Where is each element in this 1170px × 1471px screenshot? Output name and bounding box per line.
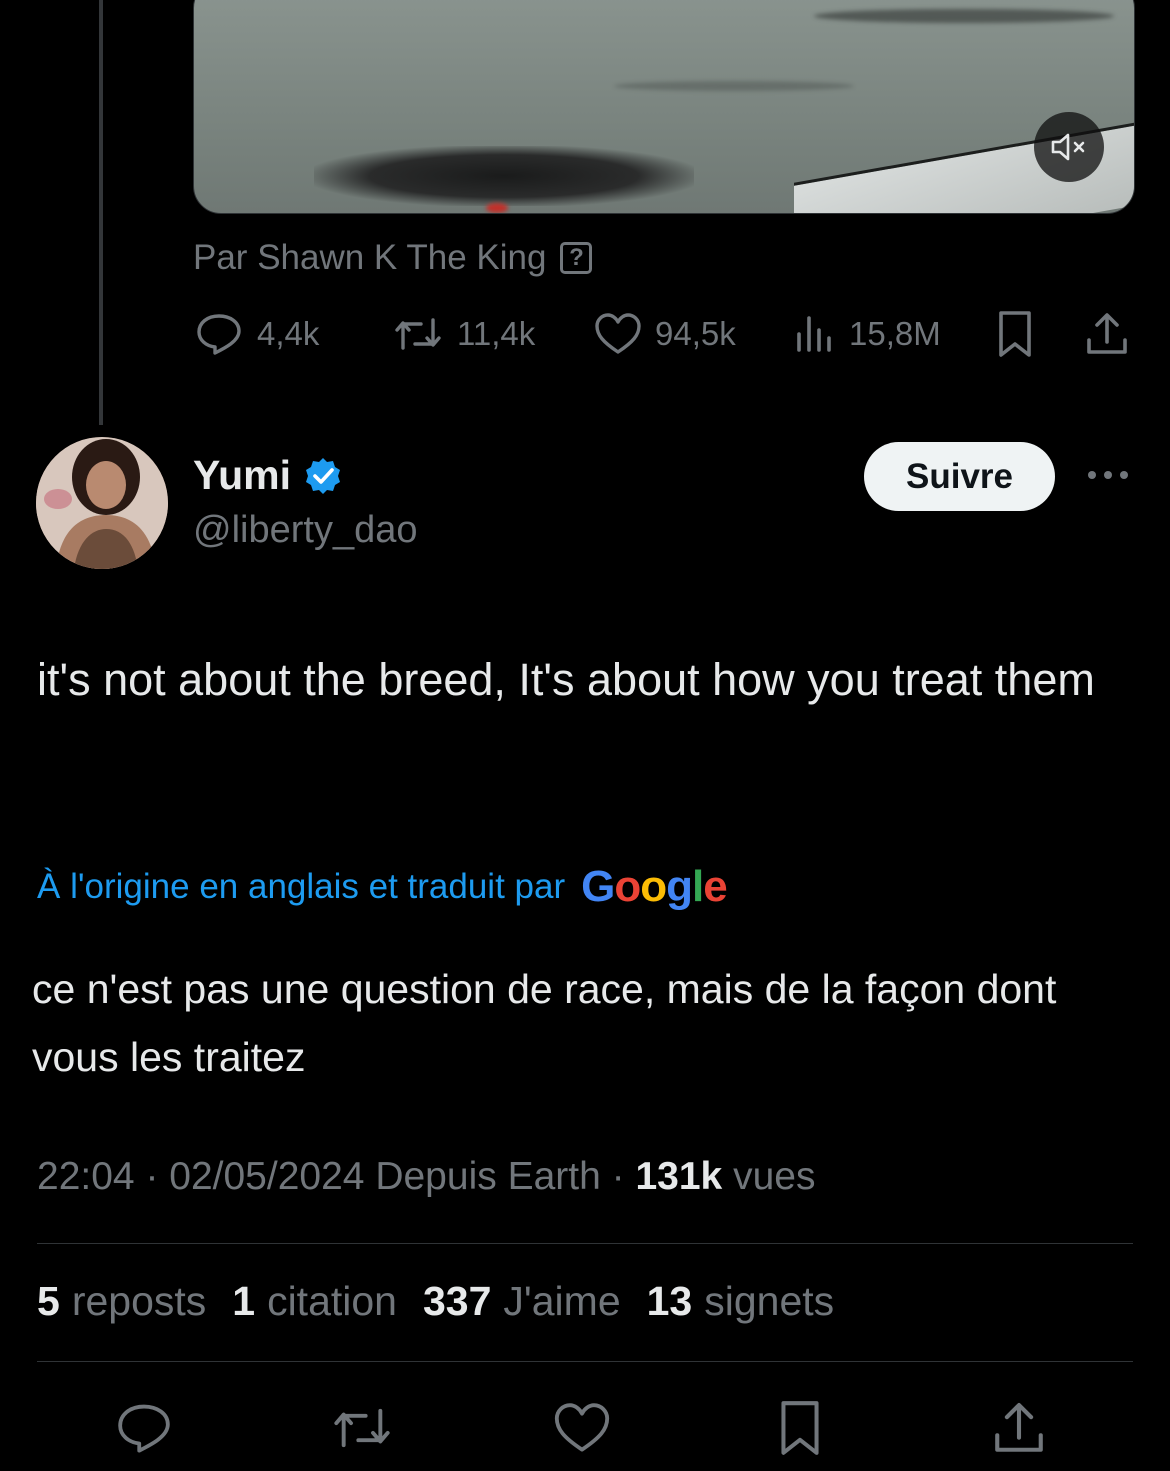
- road-streak: [614, 81, 854, 91]
- analytics-icon: [797, 316, 831, 352]
- tweet-views-count: 131k: [635, 1155, 723, 1198]
- reposts-stat[interactable]: 5 reposts: [37, 1278, 206, 1325]
- verified-badge-icon: [305, 457, 340, 494]
- tweet-location: Depuis Earth: [375, 1155, 601, 1198]
- like-button[interactable]: [549, 1395, 615, 1461]
- reply-icon: [197, 314, 241, 355]
- thread-connector-line: [99, 0, 103, 425]
- translation-notice[interactable]: À l'origine en anglais et traduit par Go…: [37, 862, 728, 912]
- share-icon: [1087, 313, 1127, 354]
- more-options-button[interactable]: [1083, 460, 1133, 490]
- tweet-meta: 22:04 · 02/05/2024 Depuis Earth · 131k v…: [37, 1155, 815, 1199]
- reply-icon: [118, 1404, 170, 1453]
- views-action[interactable]: 15,8M: [793, 312, 941, 356]
- bookmark-icon: [999, 311, 1031, 357]
- engagement-stats: 5 reposts 1 citation 337 J'aime 13 signets: [37, 1278, 834, 1325]
- divider: [37, 1361, 1133, 1362]
- bookmarks-stat[interactable]: 13 signets: [647, 1278, 835, 1325]
- tweet-time[interactable]: 22:04: [37, 1155, 135, 1198]
- tweet-action-bar: [0, 1395, 1170, 1461]
- reply-count: 4,4k: [257, 315, 320, 352]
- author-display-name: Yumi: [193, 452, 291, 498]
- translated-text: ce n'est pas une question de race, mais …: [32, 966, 1057, 1080]
- attribution-text: Par Shawn K The King: [193, 238, 547, 277]
- road-streak: [814, 9, 1114, 23]
- repost-action[interactable]: 11,4k: [391, 312, 535, 356]
- author-handle[interactable]: @liberty_dao: [193, 509, 417, 552]
- reply-button[interactable]: [111, 1395, 177, 1461]
- meta-separator: ·: [611, 1155, 636, 1198]
- translation-label: À l'origine en anglais et traduit par: [37, 867, 566, 906]
- heart-icon: [595, 313, 641, 354]
- share-button[interactable]: [986, 1395, 1052, 1461]
- views-count: 15,8M: [849, 315, 941, 352]
- share-action[interactable]: [1083, 310, 1131, 358]
- reply-action[interactable]: 4,4k: [193, 310, 319, 358]
- avatar-photo: [36, 437, 168, 569]
- repost-button[interactable]: [329, 1395, 395, 1461]
- video-media[interactable]: [193, 0, 1135, 214]
- repost-icon: [395, 318, 441, 350]
- follow-button[interactable]: Suivre: [864, 442, 1055, 511]
- share-icon: [995, 1402, 1043, 1452]
- tweet-views-label: vues: [733, 1155, 816, 1198]
- tweet-date[interactable]: 02/05/2024: [169, 1155, 364, 1198]
- media-attribution[interactable]: Par Shawn K The King ?: [193, 238, 593, 278]
- likes-stat[interactable]: 337 J'aime: [423, 1278, 621, 1325]
- more-dots-icon: [1088, 471, 1128, 479]
- video-detail: [486, 203, 508, 213]
- bookmark-action[interactable]: [993, 309, 1037, 359]
- bookmark-icon: [781, 1401, 819, 1455]
- google-logo: Google: [581, 862, 728, 911]
- repost-icon: [334, 1408, 390, 1448]
- quotes-stat[interactable]: 1 citation: [232, 1278, 397, 1325]
- help-icon[interactable]: ?: [560, 242, 593, 274]
- heart-icon: [554, 1403, 610, 1452]
- divider: [37, 1243, 1133, 1244]
- like-count: 94,5k: [655, 315, 736, 352]
- author-name[interactable]: Yumi: [193, 452, 343, 499]
- mute-button[interactable]: [1034, 112, 1104, 182]
- avatar[interactable]: [36, 437, 168, 569]
- tweet-text: it's not about the breed, It's about how…: [37, 654, 1095, 705]
- video-subject: [314, 146, 694, 206]
- volume-muted-icon: [1051, 133, 1085, 161]
- meta-separator: ·: [145, 1155, 170, 1198]
- previous-tweet-actions: 4,4k 11,4k 94,5k 15,8M: [193, 306, 1133, 362]
- repost-count: 11,4k: [457, 315, 536, 352]
- like-action[interactable]: 94,5k: [593, 311, 736, 357]
- bookmark-button[interactable]: [767, 1395, 833, 1461]
